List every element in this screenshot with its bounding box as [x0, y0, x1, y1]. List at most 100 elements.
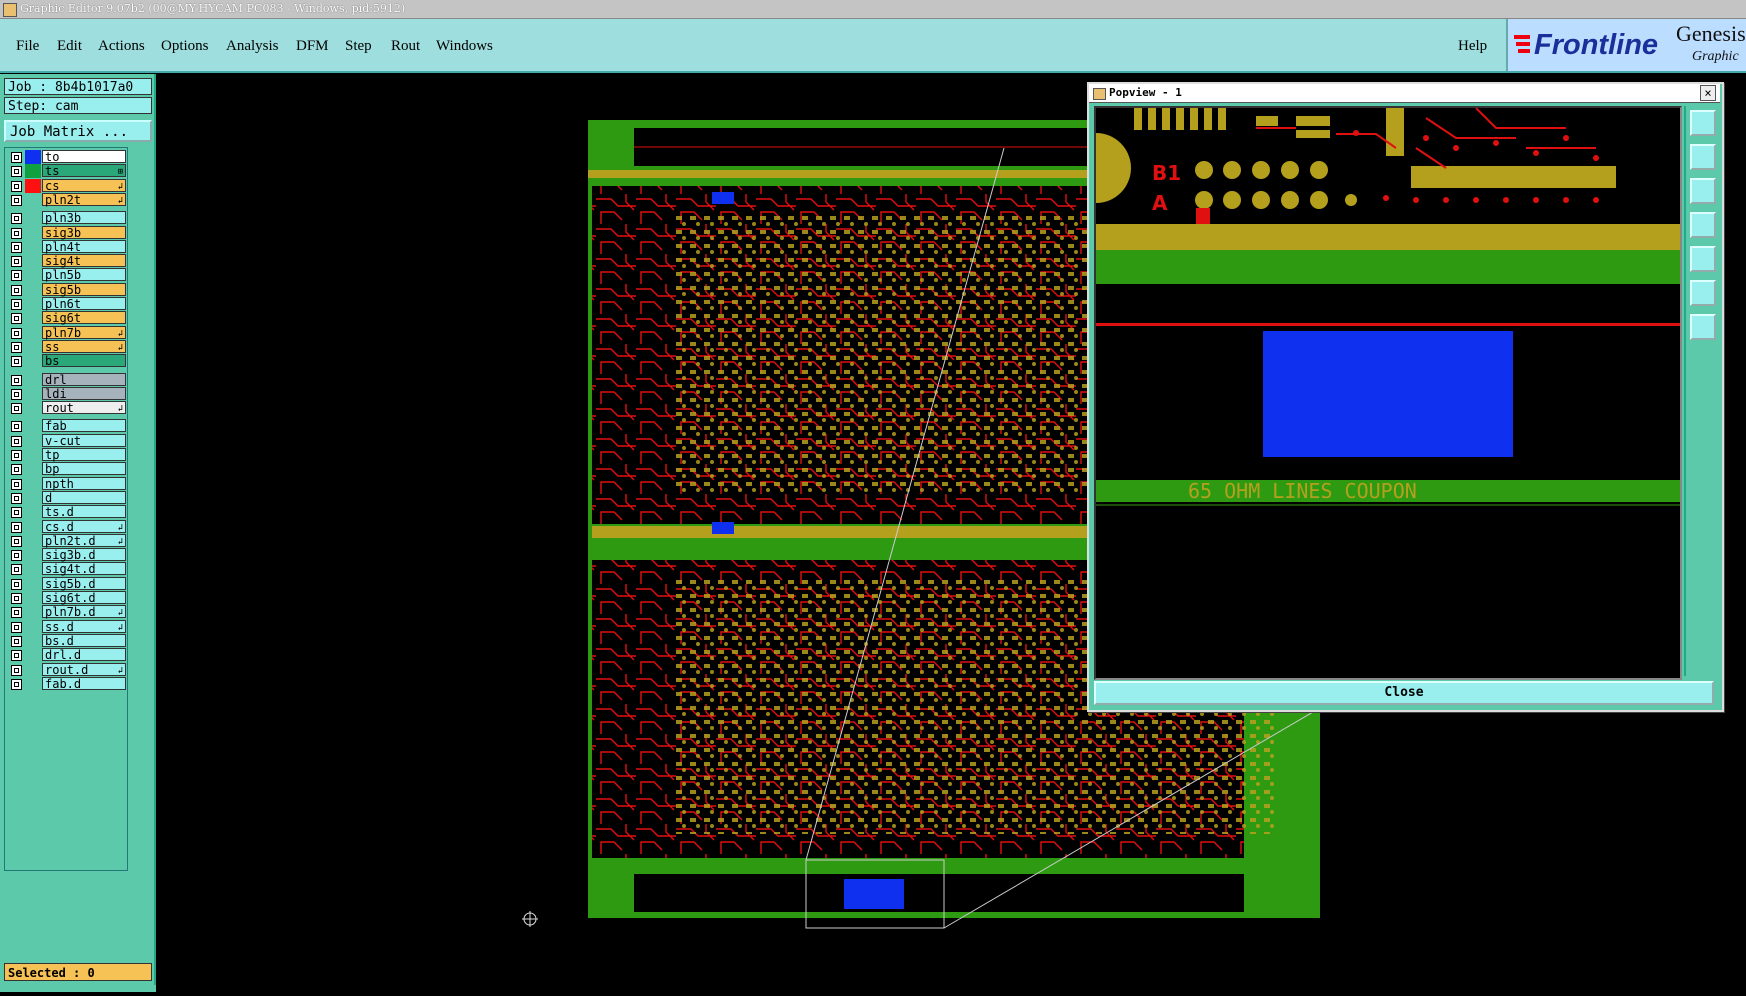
layer-row-sig6t[interactable]: sig6t — [5, 311, 127, 326]
layer-row-ts[interactable]: ts ⊞ — [5, 164, 127, 179]
layer-color-swatch[interactable] — [25, 283, 41, 297]
layer-row-fab[interactable]: fab — [5, 419, 127, 434]
layer-affected-checkbox[interactable] — [11, 492, 22, 504]
layer-row-pln7b[interactable]: pln7b ↲ — [5, 325, 127, 341]
layer-affected-checkbox[interactable] — [11, 241, 22, 253]
layer-affected-checkbox[interactable] — [11, 564, 22, 576]
layer-affected-checkbox[interactable] — [11, 388, 22, 400]
layer-name[interactable]: sig3b.d — [42, 548, 126, 562]
layer-row-pln6t[interactable]: pln6t — [5, 297, 127, 312]
menu-actions[interactable]: Actions — [98, 38, 145, 55]
layer-affected-checkbox[interactable] — [11, 593, 22, 604]
layer-row-pln7b-d[interactable]: pln7b.d ↲ — [5, 605, 127, 620]
layer-color-swatch[interactable] — [25, 311, 41, 325]
layer-affected-checkbox[interactable] — [11, 180, 22, 192]
layer-affected-checkbox[interactable] — [11, 478, 22, 490]
layer-color-swatch[interactable] — [25, 620, 41, 634]
menu-analysis[interactable]: Analysis — [226, 38, 279, 55]
layer-name[interactable]: pln6t — [42, 297, 126, 311]
layer-affected-checkbox[interactable] — [11, 678, 22, 690]
layer-color-swatch[interactable] — [25, 562, 41, 576]
layer-name[interactable]: sig4t.d — [42, 562, 126, 576]
layer-color-swatch[interactable] — [25, 548, 41, 562]
layer-row-pln2t[interactable]: pln2t ↲ — [5, 192, 127, 208]
layer-row-cs-d[interactable]: cs.d ↲ — [5, 519, 127, 535]
zoom-fit-icon[interactable] — [1690, 280, 1716, 306]
layer-name[interactable]: npth — [42, 476, 126, 490]
menu-rout[interactable]: Rout — [391, 38, 420, 55]
layer-color-swatch[interactable] — [25, 591, 41, 605]
layer-name[interactable]: bs — [42, 354, 126, 368]
layer-name[interactable]: cs — [42, 178, 126, 192]
layer-affected-checkbox[interactable] — [11, 313, 22, 325]
layer-name[interactable]: ss.d — [42, 619, 126, 633]
layer-color-swatch[interactable] — [25, 268, 41, 282]
layer-name[interactable]: ss — [42, 339, 126, 353]
layer-row-bs-d[interactable]: bs.d — [5, 633, 127, 649]
layer-name[interactable]: drl — [42, 372, 126, 386]
layer-affected-checkbox[interactable] — [11, 635, 22, 647]
layer-affected-checkbox[interactable] — [11, 270, 22, 282]
layer-name[interactable]: sig5b.d — [42, 576, 126, 590]
layer-name[interactable]: pln2t — [42, 192, 126, 206]
layer-name[interactable]: sig5b — [42, 282, 126, 296]
layer-row-sig3b[interactable]: sig3b — [5, 225, 127, 241]
layer-color-swatch[interactable] — [25, 150, 41, 164]
layer-color-swatch[interactable] — [25, 297, 41, 311]
layer-name[interactable]: tp — [42, 448, 126, 462]
layer-name[interactable]: bp — [42, 462, 126, 476]
layer-affected-checkbox[interactable] — [11, 256, 22, 268]
layer-affected-checkbox[interactable] — [11, 550, 22, 562]
layer-affected-checkbox[interactable] — [11, 607, 22, 619]
layer-row-pln3b[interactable]: pln3b — [5, 211, 127, 226]
layer-color-swatch[interactable] — [25, 211, 41, 225]
layer-affected-checkbox[interactable] — [11, 284, 22, 296]
layer-row-ldi[interactable]: ldi — [5, 386, 127, 402]
layer-name[interactable]: pln3b — [42, 211, 126, 225]
layer-row-tp[interactable]: tp — [5, 448, 127, 463]
zoom-in-icon[interactable] — [1690, 110, 1716, 136]
layer-name[interactable]: rout.d — [42, 662, 126, 676]
layer-row-sig5b-d[interactable]: sig5b.d — [5, 576, 127, 592]
layer-affected-checkbox[interactable] — [11, 664, 22, 676]
layer-affected-checkbox[interactable] — [11, 450, 22, 461]
zoom-out-icon[interactable] — [1690, 144, 1716, 170]
layer-row-ss-d[interactable]: ss.d ↲ — [5, 619, 127, 635]
layer-name[interactable]: sig6t.d — [42, 591, 126, 605]
menu-windows[interactable]: Windows — [436, 38, 493, 55]
layer-color-swatch[interactable] — [25, 240, 41, 254]
layer-affected-checkbox[interactable] — [11, 341, 22, 353]
layer-affected-checkbox[interactable] — [11, 621, 22, 633]
layer-row-sig4t[interactable]: sig4t — [5, 254, 127, 269]
layer-color-swatch[interactable] — [25, 254, 41, 268]
popview-canvas[interactable]: B1 A 65 OHM LINES COUPON — [1094, 106, 1682, 680]
popview-close-icon[interactable]: × — [1700, 85, 1716, 101]
layer-name[interactable]: ldi — [42, 386, 126, 400]
layer-row-bs[interactable]: bs — [5, 354, 127, 369]
layer-name[interactable]: ts.d — [42, 505, 126, 519]
layer-affected-checkbox[interactable] — [11, 650, 22, 662]
layer-affected-checkbox[interactable] — [11, 213, 22, 225]
layer-color-swatch[interactable] — [25, 462, 41, 476]
layer-color-swatch[interactable] — [25, 354, 41, 368]
layer-row-sig6t-d[interactable]: sig6t.d — [5, 591, 127, 606]
layer-row-ts-d[interactable]: ts.d — [5, 505, 127, 520]
layer-row-ss[interactable]: ss ↲ — [5, 339, 127, 355]
layer-affected-checkbox[interactable] — [11, 194, 22, 206]
layer-name[interactable]: sig4t — [42, 254, 126, 268]
layer-affected-checkbox[interactable] — [11, 299, 22, 310]
layer-row-cs[interactable]: cs ↲ — [5, 178, 127, 194]
layer-affected-checkbox[interactable] — [11, 435, 22, 447]
layer-row-npth[interactable]: npth — [5, 476, 127, 492]
layer-affected-checkbox[interactable] — [11, 521, 22, 533]
layer-name[interactable]: bs.d — [42, 633, 126, 647]
layer-row-bp[interactable]: bp — [5, 462, 127, 477]
layer-affected-checkbox[interactable] — [11, 578, 22, 590]
zoom-home-icon[interactable] — [1690, 314, 1716, 340]
layer-name[interactable]: sig3b — [42, 225, 126, 239]
layer-name[interactable]: pln5b — [42, 268, 126, 282]
layer-color-swatch[interactable] — [25, 605, 41, 619]
layer-row-sig5b[interactable]: sig5b — [5, 282, 127, 298]
popview-close-button[interactable]: Close — [1094, 681, 1714, 705]
layer-row-pln5b[interactable]: pln5b — [5, 268, 127, 283]
